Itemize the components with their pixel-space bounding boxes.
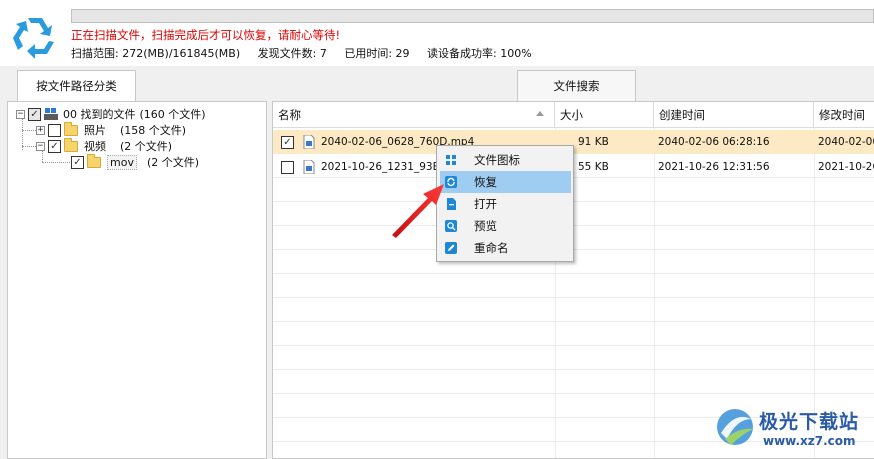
file-created: 2040-02-06 06:28:16 xyxy=(658,136,770,148)
file-size: 55 KB xyxy=(578,161,609,173)
tab-file-search[interactable]: 文件搜索 xyxy=(517,70,636,101)
sort-arrow-icon xyxy=(536,111,544,116)
menu-item-recover[interactable]: 恢复 xyxy=(440,171,571,193)
tree-label: 照片 xyxy=(84,124,106,137)
tree-checkbox[interactable]: ✓ xyxy=(28,107,41,121)
collapse-toggle[interactable]: − xyxy=(16,109,25,119)
context-menu: 文件图标 恢复 打开 预览 重命名 xyxy=(436,145,574,262)
column-header-modified[interactable]: 修改时间 xyxy=(814,102,874,128)
red-arrow-annotation xyxy=(392,184,444,238)
tree-checkbox[interactable]: ✓ xyxy=(48,139,61,153)
menu-item-label: 恢复 xyxy=(474,175,497,189)
video-file-icon xyxy=(303,160,315,174)
watermark-url: www.xz7.com xyxy=(763,434,856,448)
tree-count: (2 个文件) xyxy=(146,156,200,169)
time-used: 已用时间: 29 xyxy=(344,47,410,60)
drive-icon xyxy=(44,108,58,120)
aurora-logo-icon xyxy=(717,409,753,445)
scan-range: 扫描范围: 272(MB)/161845(MB) xyxy=(71,47,241,60)
tab-by-path[interactable]: 按文件路径分类 xyxy=(17,70,136,101)
scan-progress-bar xyxy=(71,9,874,23)
tree-item-videos[interactable]: − ✓ 视频 (2 个文件) xyxy=(36,137,173,154)
file-modified: 2021-10-26 xyxy=(818,161,874,173)
tree-checkbox[interactable] xyxy=(48,123,61,137)
column-header-size[interactable]: 大小 xyxy=(555,102,654,128)
menu-item-rename[interactable]: 重命名 xyxy=(440,237,571,259)
watermark-title: 极光下载站 xyxy=(759,411,860,433)
file-name: 2021-10-26_1231_93B5 xyxy=(321,161,447,173)
file-checkbox[interactable]: ✓ xyxy=(281,135,294,149)
column-header-name[interactable]: 名称 xyxy=(273,102,555,128)
tree-item-mov[interactable]: ✓ mov (2 个文件) xyxy=(71,153,200,170)
file-size: 91 KB xyxy=(578,136,609,148)
menu-item-label: 文件图标 xyxy=(474,153,520,167)
tree-item-photos[interactable]: + 照片 (158 个文件) xyxy=(36,121,187,138)
menu-item-label: 预览 xyxy=(474,219,497,233)
edit-icon xyxy=(445,242,457,254)
grid-icon xyxy=(446,155,456,165)
menu-item-open[interactable]: 打开 xyxy=(440,193,571,215)
recycle-logo-icon xyxy=(13,18,54,59)
tree-count: (160 个文件) xyxy=(139,108,206,121)
tree-checkbox[interactable]: ✓ xyxy=(71,155,84,169)
column-name-label: 名称 xyxy=(278,107,301,122)
read-success-rate: 读设备成功率: 100% xyxy=(427,47,532,60)
file-modified: 2040-02-06 xyxy=(818,136,874,148)
file-checkbox[interactable] xyxy=(281,160,294,174)
collapse-toggle[interactable]: − xyxy=(36,141,45,151)
folder-icon xyxy=(64,121,78,136)
video-file-icon xyxy=(303,135,315,149)
tree-count: (2 个文件) xyxy=(120,140,173,153)
scan-stats: 扫描范围: 272(MB)/161845(MB) 发现文件数: 7 已用时间: … xyxy=(71,45,532,61)
menu-item-label: 重命名 xyxy=(474,241,509,255)
tree-label: 00 找到的文件 xyxy=(63,108,136,121)
menu-item-preview[interactable]: 预览 xyxy=(440,215,571,237)
menu-item-file-icon[interactable]: 文件图标 xyxy=(440,149,571,171)
folder-icon xyxy=(64,137,78,152)
tree-label: 视频 xyxy=(84,140,106,153)
scan-header: 正在扫描文件，扫描完成后才可以恢复，请耐心等待! 扫描范围: 272(MB)/1… xyxy=(0,0,874,66)
files-found: 发现文件数: 7 xyxy=(257,47,327,60)
tree-label: mov xyxy=(107,154,137,170)
folder-tree: − ✓ 00 找到的文件 (160 个文件) + 照片 (158 个文件) − … xyxy=(7,101,267,459)
folder-icon xyxy=(87,153,101,168)
menu-item-label: 打开 xyxy=(474,197,497,211)
tree-item-root[interactable]: − ✓ 00 找到的文件 (160 个文件) xyxy=(16,106,206,122)
scan-status-text: 正在扫描文件，扫描完成后才可以恢复，请耐心等待! xyxy=(71,28,341,42)
column-header-created[interactable]: 创建时间 xyxy=(654,102,814,128)
file-created: 2021-10-26 12:31:56 xyxy=(658,161,770,173)
tree-count: (158 个文件) xyxy=(120,124,187,137)
expand-toggle[interactable]: + xyxy=(36,125,45,135)
watermark-logo: 极光下载站 www.xz7.com xyxy=(713,401,868,457)
